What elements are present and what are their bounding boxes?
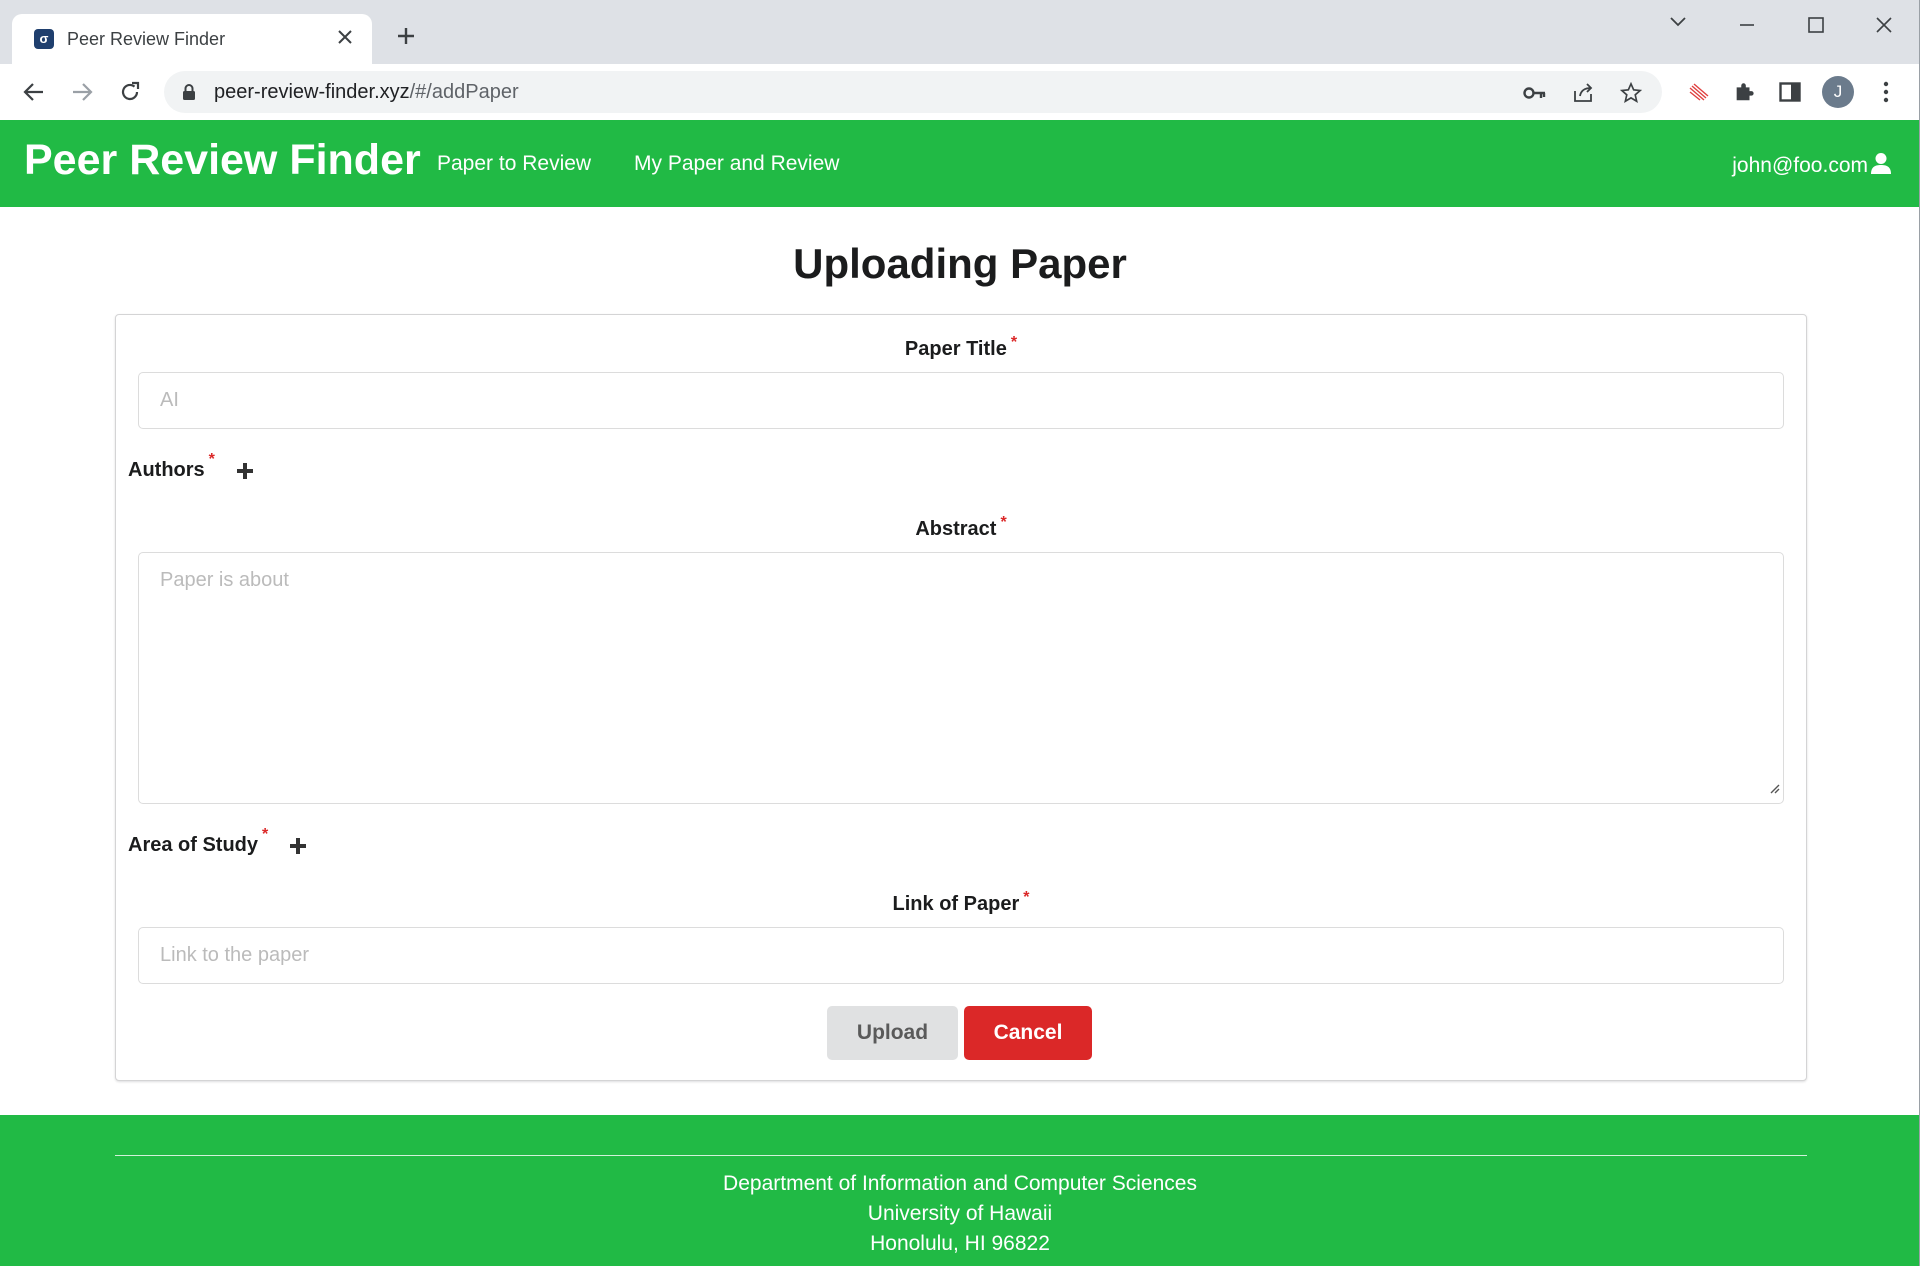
footer: Department of Information and Computer S… [0, 1115, 1920, 1266]
browser-toolbar: peer-review-finder.xyz/#/addPaper J [0, 64, 1920, 120]
footer-department: Department of Information and Computer S… [723, 1172, 1197, 1195]
close-icon[interactable] [332, 25, 358, 51]
abstract-label: Abstract * [915, 514, 1007, 540]
sidepanel-icon[interactable] [1772, 74, 1808, 110]
paper-title-label: Paper Title * [904, 334, 1018, 360]
app-navbar: Peer Review Finder Paper to Review My Pa… [0, 120, 1920, 207]
nav-link-my-paper-and-review[interactable]: My Paper and Review [634, 152, 839, 176]
key-icon[interactable] [1522, 80, 1548, 106]
maximize-icon[interactable] [1786, 6, 1846, 46]
avatar[interactable]: J [1822, 76, 1854, 108]
required-mark: * [262, 826, 269, 843]
extension-red-icon[interactable] [1680, 74, 1716, 110]
paper-title-input[interactable]: AI [138, 372, 1784, 429]
nav-link-paper-to-review[interactable]: Paper to Review [437, 152, 591, 176]
share-icon[interactable] [1570, 80, 1596, 106]
authors-label: Authors * [128, 451, 257, 483]
abstract-textarea[interactable]: Paper is about [138, 552, 1784, 804]
brand-logo[interactable]: Peer Review Finder [24, 136, 421, 185]
browser-tab[interactable]: σ Peer Review Finder [12, 14, 372, 64]
user-icon [1870, 152, 1892, 180]
add-author-icon[interactable] [233, 459, 257, 483]
user-email: john@foo.com [1732, 154, 1868, 177]
chevron-down-icon[interactable] [1648, 6, 1708, 46]
kebab-menu-icon[interactable] [1868, 74, 1904, 110]
window-close-icon[interactable] [1854, 6, 1914, 46]
required-mark: * [208, 451, 215, 468]
cancel-button[interactable]: Cancel [964, 1006, 1092, 1060]
minimize-icon[interactable] [1717, 6, 1777, 46]
tab-title: Peer Review Finder [67, 29, 226, 49]
reload-icon[interactable] [112, 74, 148, 110]
tab-strip: σ Peer Review Finder [0, 0, 1920, 64]
address-bar[interactable]: peer-review-finder.xyz/#/addPaper [164, 71, 1662, 113]
required-mark: * [1023, 889, 1030, 906]
browser-chrome: σ Peer Review Finder peer-review-finder.… [0, 0, 1920, 120]
back-icon[interactable] [16, 74, 52, 110]
paper-link-input[interactable]: Link to the paper [138, 927, 1784, 984]
link-of-paper-label: Link of Paper * [892, 889, 1030, 915]
user-menu[interactable]: john@foo.com [1732, 152, 1892, 180]
upload-button[interactable]: Upload [827, 1006, 958, 1060]
add-area-icon[interactable] [286, 834, 310, 858]
abstract-placeholder: Paper is about [160, 569, 289, 591]
area-of-study-label: Area of Study * [128, 826, 310, 858]
plus-icon[interactable] [390, 22, 422, 54]
required-mark: * [1010, 334, 1018, 351]
forward-icon[interactable] [64, 74, 100, 110]
url-text: peer-review-finder.xyz/#/addPaper [214, 81, 519, 103]
favicon-icon: σ [34, 29, 54, 49]
puzzle-icon[interactable] [1726, 74, 1762, 110]
footer-address: Honolulu, HI 96822 [870, 1232, 1050, 1255]
lock-icon[interactable] [182, 83, 196, 106]
star-icon[interactable] [1618, 80, 1644, 106]
required-mark: * [1000, 514, 1007, 531]
footer-university: University of Hawaii [867, 1202, 1053, 1225]
page-title: Uploading Paper [793, 240, 1127, 287]
upload-paper-form: Paper Title * AI Authors * Abstract * Paper… [115, 314, 1807, 1081]
resize-grip-icon[interactable] [1768, 777, 1780, 800]
footer-divider [115, 1155, 1807, 1156]
